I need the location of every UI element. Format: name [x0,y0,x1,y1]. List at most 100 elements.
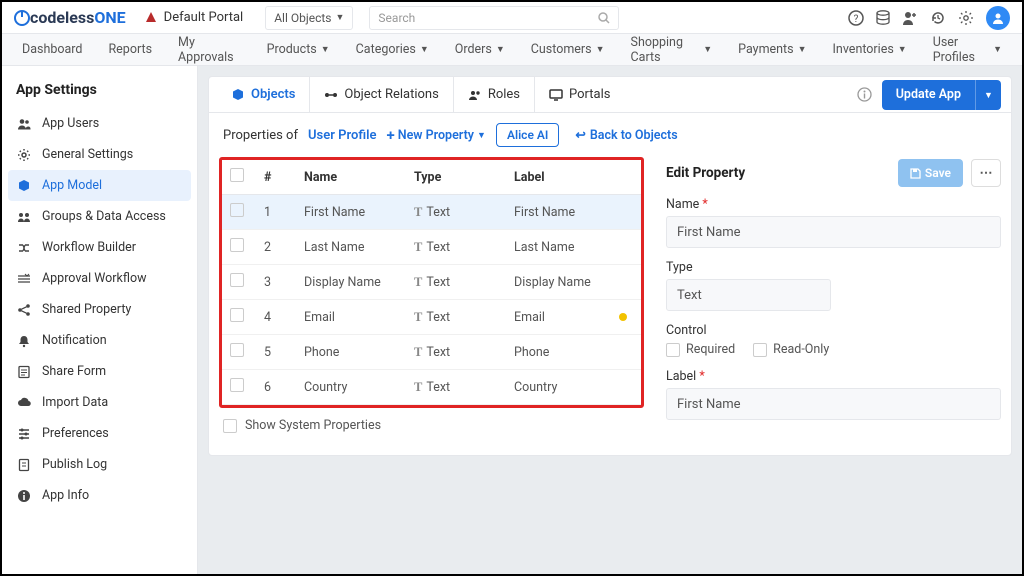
sidebar-item-app-info[interactable]: App Info [2,480,197,511]
sidebar-item-app-users[interactable]: App Users [2,108,197,139]
menu-payments[interactable]: Payments▼ [738,42,806,57]
row-checkbox[interactable] [230,343,244,357]
row-number: 4 [256,300,296,335]
menu-shopping-carts[interactable]: Shopping Carts▼ [631,35,713,65]
tab-objects[interactable]: Objects [217,77,310,112]
share-icon [16,303,32,317]
sidebar-item-label: App Users [42,116,99,131]
menu-categories[interactable]: Categories▼ [356,42,429,57]
new-property-button[interactable]: +New Property▼ [386,126,485,144]
row-checkbox[interactable] [230,378,244,392]
menu-user-profiles[interactable]: User Profiles▼ [933,35,1002,65]
cube-icon [231,88,245,102]
row-checkbox[interactable] [230,203,244,217]
sidebar-item-publish-log[interactable]: Publish Log [2,449,197,480]
sidebar-item-label: Shared Property [42,302,131,317]
caret-down-icon: ▼ [496,44,505,55]
row-name: Country [296,370,406,405]
update-app-button[interactable]: Update App [882,80,975,110]
menu-customers[interactable]: Customers▼ [531,42,605,57]
required-checkbox[interactable]: Required [666,342,735,357]
row-name: Display Name [296,265,406,300]
menu-orders[interactable]: Orders▼ [455,42,505,57]
row-type: TText [406,335,506,370]
menu-inventories[interactable]: Inventories▼ [833,42,907,57]
sidebar-item-preferences[interactable]: Preferences [2,418,197,449]
sidebar-item-approval-workflow[interactable]: Approval Workflow [2,263,197,294]
group-icon [16,210,32,224]
table-row[interactable]: 1First NameTTextFirst Name [222,195,641,230]
name-label: Name * [666,197,1001,212]
back-to-objects-link[interactable]: ↩Back to Objects [575,127,677,143]
object-type-selector[interactable]: All Objects▼ [265,6,353,30]
row-name: Phone [296,335,406,370]
log-icon [16,458,32,472]
menu-dashboard[interactable]: Dashboard [22,42,82,57]
table-row[interactable]: 2Last NameTTextLast Name [222,230,641,265]
row-name: Email [296,300,406,335]
brand-logo[interactable]: codelessONE [14,8,126,27]
label-input[interactable] [666,388,1001,420]
menu-products[interactable]: Products▼ [267,42,330,57]
sidebar-item-groups-data-access[interactable]: Groups & Data Access [2,201,197,232]
show-system-properties[interactable]: Show System Properties [209,408,654,443]
settings-icon[interactable] [958,10,974,26]
relation-icon [324,88,338,102]
user-avatar[interactable] [986,6,1010,30]
portal-icon [144,11,158,25]
table-row[interactable]: 5PhoneTTextPhone [222,335,641,370]
caret-down-icon: ▼ [898,44,907,55]
table-row[interactable]: 3Display NameTTextDisplay Name [222,265,641,300]
bell-icon [16,334,32,348]
sidebar-item-workflow-builder[interactable]: Workflow Builder [2,232,197,263]
cloud-icon [16,396,32,410]
sidebar-item-share-form[interactable]: Share Form [2,356,197,387]
properties-table-highlight: # Name Type Label 1First NameTTextFirst … [219,157,644,408]
table-row[interactable]: 4EmailTTextEmail [222,300,641,335]
sidebar-item-general-settings[interactable]: General Settings [2,139,197,170]
row-name: Last Name [296,230,406,265]
global-search[interactable]: Search [369,6,619,30]
tab-portals[interactable]: Portals [535,77,624,112]
object-name-link[interactable]: User Profile [308,128,376,143]
property-toolbar: Properties of User Profile +New Property… [209,113,1011,157]
row-checkbox[interactable] [230,273,244,287]
sidebar-item-notification[interactable]: Notification [2,325,197,356]
sidebar-item-app-model[interactable]: App Model [8,170,191,201]
row-label: First Name [506,195,611,230]
sidebar-item-label: App Model [42,178,102,193]
caret-down-icon: ▼ [993,44,1002,55]
more-actions-button[interactable]: ⋯ [971,159,1001,187]
history-icon[interactable] [930,10,946,26]
show-system-checkbox[interactable] [223,419,237,433]
readonly-checkbox[interactable]: Read-Only [753,342,829,357]
edit-property-panel: Edit Property Save ⋯ Name * Type [666,157,1011,443]
tab-row: Objects Object Relations Roles Portals U… [209,77,1011,113]
alice-ai-button[interactable]: Alice AI [496,123,559,147]
portal-selector[interactable]: Default Portal [144,10,244,25]
row-name: First Name [296,195,406,230]
database-icon[interactable] [876,10,890,26]
save-button[interactable]: Save [898,159,963,187]
flow-icon [16,241,32,255]
sidebar-item-import-data[interactable]: Import Data [2,387,197,418]
text-type-icon: T [414,205,422,219]
update-app-dropdown[interactable]: ▼ [975,80,1001,110]
tab-object-relations[interactable]: Object Relations [310,77,453,112]
help-icon[interactable]: ? [848,10,864,26]
select-all-checkbox[interactable] [230,168,244,182]
monitor-icon [549,88,563,102]
menu-reports[interactable]: Reports [108,42,152,57]
add-user-icon[interactable] [902,10,918,26]
type-input[interactable] [666,279,831,311]
row-checkbox[interactable] [230,238,244,252]
text-type-icon: T [414,380,422,394]
tab-roles[interactable]: Roles [454,77,535,112]
row-number: 2 [256,230,296,265]
row-checkbox[interactable] [230,308,244,322]
sidebar-item-shared-property[interactable]: Shared Property [2,294,197,325]
menu-my-approvals[interactable]: My Approvals [178,35,241,65]
table-row[interactable]: 6CountryTTextCountry [222,370,641,405]
info-icon[interactable] [847,87,882,102]
name-input[interactable] [666,216,1001,248]
